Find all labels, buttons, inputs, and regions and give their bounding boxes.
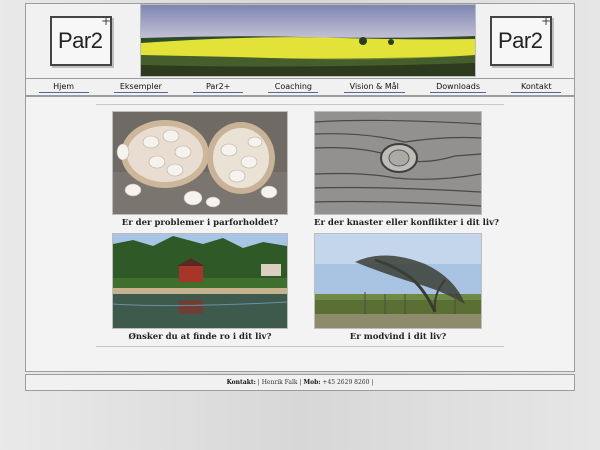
bottom-divider <box>96 346 504 347</box>
nav-hjem[interactable]: Hjem <box>38 82 89 93</box>
footer-mob-label: Mob: <box>303 379 321 386</box>
logo-left[interactable]: Par2 + <box>50 14 112 66</box>
card-caption[interactable]: Er der knaster eller konflikter i dit li… <box>314 218 499 228</box>
footer-contact-label: Kontakt: <box>226 379 256 386</box>
footer: Kontakt: | Henrik Falk | Mob: +45 2629 8… <box>25 374 575 391</box>
card-caption[interactable]: Ønsker du at finde ro i dit liv? <box>112 332 288 342</box>
nav-vision-maal[interactable]: Vision & Mål <box>343 82 405 93</box>
logo-text: Par2 <box>498 28 543 53</box>
logo-text: Par2 <box>58 28 103 53</box>
wood-knot-image[interactable] <box>314 111 482 215</box>
logo-plus: + <box>540 14 551 28</box>
card-shells[interactable]: Er der problemer i parforholdet? <box>112 111 288 228</box>
windswept-tree-image[interactable] <box>314 233 482 329</box>
card-wood[interactable]: Er der knaster eller konflikter i dit li… <box>314 111 499 228</box>
content-area: Er der problemer i parforholdet? Er der … <box>25 96 575 372</box>
card-caption[interactable]: Er der problemer i parforholdet? <box>112 218 288 228</box>
nav-downloads[interactable]: Downloads <box>430 82 487 93</box>
field-landscape-image <box>141 5 475 76</box>
shells-image[interactable] <box>112 111 288 215</box>
top-divider <box>96 104 504 105</box>
nav-coaching[interactable]: Coaching <box>268 82 319 93</box>
logo-right[interactable]: Par2 + <box>490 14 552 66</box>
header: Par2 + Par2 + <box>25 3 575 79</box>
nav-kontakt[interactable]: Kontakt <box>511 82 562 93</box>
footer-name: Henrik Falk <box>261 379 298 386</box>
lake-cabin-image[interactable] <box>112 233 288 329</box>
nav-eksempler[interactable]: Eksempler <box>113 82 168 93</box>
card-caption[interactable]: Er modvind i dit liv? <box>314 332 482 342</box>
footer-mobile[interactable]: +45 2629 8260 <box>322 379 369 386</box>
page: Par2 + Par2 + Hjem Eksempler Par2+ Coach… <box>24 0 576 392</box>
main-nav: Hjem Eksempler Par2+ Coaching Vision & M… <box>25 78 575 96</box>
footer-sep: | <box>371 379 374 386</box>
card-tree[interactable]: Er modvind i dit liv? <box>314 233 482 342</box>
logo-plus: + <box>100 14 111 28</box>
card-lake[interactable]: Ønsker du at finde ro i dit liv? <box>112 233 288 342</box>
nav-par2plus[interactable]: Par2+ <box>193 82 244 93</box>
header-banner-image <box>140 4 476 77</box>
